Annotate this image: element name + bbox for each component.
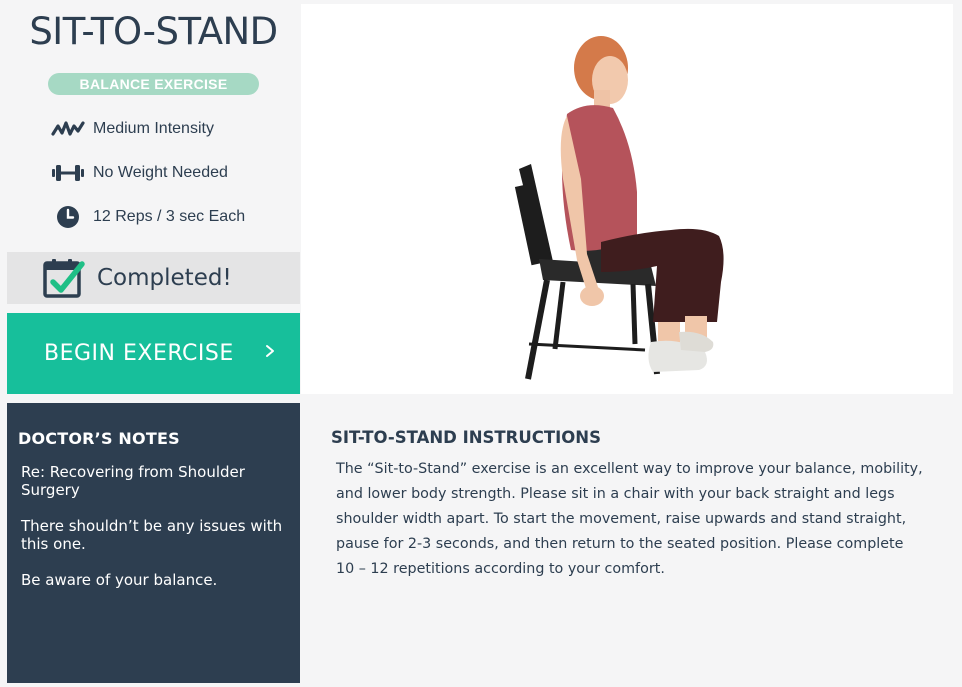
instructions-title: SIT-TO-STAND INSTRUCTIONS bbox=[331, 428, 602, 447]
instructions-body: The “Sit-to-Stand” exercise is an excell… bbox=[336, 461, 923, 577]
meta-reps: 12 Reps / 3 sec Each bbox=[47, 204, 245, 230]
person-illustration bbox=[560, 36, 724, 372]
calendar-check-icon bbox=[43, 258, 85, 298]
exercise-image bbox=[301, 4, 953, 394]
sit-to-stand-illustration bbox=[514, 36, 724, 380]
doctor-notes-title: DOCTOR’S NOTES bbox=[18, 429, 180, 448]
doctor-note: Re: Recovering from Shoulder Surgery bbox=[21, 463, 245, 499]
meta-intensity-text: Medium Intensity bbox=[93, 120, 214, 137]
clock-icon bbox=[47, 205, 89, 229]
doctor-notes-panel: DOCTOR’S NOTES Re: Recovering from Shoul… bbox=[7, 403, 300, 683]
doctor-note: There shouldn’t be any issues with this … bbox=[21, 517, 283, 553]
meta-reps-text: 12 Reps / 3 sec Each bbox=[93, 208, 246, 225]
doctor-note: Be aware of your balance. bbox=[21, 571, 218, 589]
begin-exercise-label: BEGIN EXERCISE bbox=[44, 341, 234, 366]
category-badge: BALANCE EXERCISE bbox=[48, 73, 259, 95]
begin-exercise-button[interactable]: BEGIN EXERCISE bbox=[7, 313, 300, 394]
exercise-info-panel: SIT-TO-STAND BALANCE EXERCISE Medium Int… bbox=[7, 4, 300, 252]
meta-weight: No Weight Needed bbox=[47, 160, 228, 186]
dumbbell-icon bbox=[47, 164, 89, 182]
completed-status: Completed! bbox=[7, 252, 300, 304]
meta-intensity: Medium Intensity bbox=[47, 116, 214, 142]
meta-weight-text: No Weight Needed bbox=[93, 164, 228, 181]
intensity-wave-icon bbox=[47, 119, 89, 139]
exercise-title: SIT-TO-STAND bbox=[29, 10, 278, 53]
chevron-right-icon bbox=[265, 343, 275, 362]
completed-label: Completed! bbox=[97, 265, 232, 291]
